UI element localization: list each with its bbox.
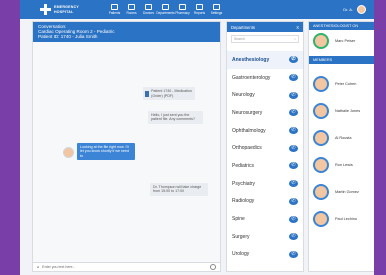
phone-icon[interactable]: ✆ — [289, 109, 298, 117]
app-logo[interactable]: EMERGENCY HOSPITAL — [40, 4, 100, 15]
app-window: EMERGENCY HOSPITAL Patients Rooms Doctor… — [20, 0, 374, 275]
member-name: Al Rousta — [335, 135, 352, 140]
department-item[interactable]: Ophthalmology ✆ — [227, 122, 303, 140]
members-header: MEMBERS 20 — [309, 56, 374, 64]
member-item[interactable]: Paul Lechino✆ — [309, 205, 374, 232]
message-outgoing: Looking at the file right now. I'll let … — [77, 143, 135, 161]
member-item[interactable]: Peter Cohen✆ — [309, 70, 374, 97]
chat-patient: Patient ID: 1740 - Julia Smith — [38, 34, 98, 40]
phone-icon[interactable]: ✆ — [289, 162, 298, 170]
search-icon: ⌕ — [294, 37, 296, 41]
on-duty-person[interactable]: Marc Peiser ✆ — [309, 30, 374, 52]
avatar — [313, 129, 329, 146]
department-item[interactable]: Surgery ✆ — [227, 228, 303, 246]
phone-icon[interactable]: ✆ — [289, 74, 298, 82]
member-name: Nathalie Jones — [335, 108, 361, 113]
nav-rooms[interactable]: Rooms — [123, 4, 140, 15]
attachment-message[interactable]: Patient 1740 - Medication (Order) (PDF) — [143, 87, 195, 100]
member-name: Peter Cohen — [335, 81, 357, 86]
phone-icon[interactable]: ✆ — [289, 144, 298, 152]
avatar — [313, 33, 329, 49]
phone-icon[interactable]: ✆ — [289, 197, 298, 205]
member-item[interactable]: Martin Gomez✆ — [309, 178, 374, 205]
nav-pharmacy[interactable]: Pharmacy — [174, 4, 191, 15]
close-icon[interactable]: X — [296, 25, 299, 30]
patients-icon — [111, 4, 118, 10]
members-list: Peter Cohen✆ Nathalie Jones✆ Al Rousta✆ … — [309, 70, 374, 232]
attachment-type: PDF — [164, 93, 173, 98]
nav-doctors[interactable]: Doctors — [140, 4, 157, 15]
paperclip-icon[interactable]: ⌀ — [37, 265, 39, 269]
phone-icon[interactable]: ✆ — [289, 180, 298, 188]
department-item[interactable]: Anesthesiology ✆ — [227, 51, 303, 69]
department-item[interactable]: Orthopaedics ✆ — [227, 139, 303, 157]
on-duty-header: ANESTHESIOLOGIST ON — [309, 22, 374, 30]
pharmacy-icon — [179, 4, 186, 10]
file-icon — [145, 90, 150, 97]
member-item[interactable]: Nathalie Jones✆ — [309, 97, 374, 124]
person-name: Marc Peiser — [335, 39, 356, 43]
logo-line2: HOSPITAL — [54, 9, 74, 14]
message-input[interactable]: ⌀ Enter you text here... — [33, 262, 220, 271]
nav-reports[interactable]: Reports — [191, 4, 208, 15]
chat-messages: Patient 1740 - Medication (Order) (PDF) … — [33, 42, 220, 264]
department-item[interactable]: Pediatrics ✆ — [227, 157, 303, 175]
department-item[interactable]: Neurosurgery ✆ — [227, 104, 303, 122]
main-nav: Patients Rooms Doctors Departments Pharm… — [106, 4, 225, 15]
attachment-name: Patient 1740 - Medication (Order) — [151, 89, 192, 98]
phone-icon[interactable]: ✆ — [289, 91, 298, 99]
settings-icon — [213, 4, 220, 10]
phone-icon[interactable]: ✆ — [289, 56, 298, 64]
sender-avatar — [63, 147, 74, 158]
avatar — [313, 210, 329, 227]
member-item[interactable]: Al Rousta✆ — [309, 124, 374, 151]
reports-icon — [196, 4, 203, 10]
avatar — [313, 102, 329, 119]
rooms-icon — [128, 4, 135, 10]
message-incoming: Hello, I just sent you the patient file.… — [148, 111, 203, 124]
message-incoming: Dr. Thompson will take charge from 15:00… — [150, 183, 208, 196]
member-name: Ron Lewis — [335, 162, 353, 167]
nav-settings[interactable]: Settings — [208, 4, 225, 15]
top-bar: EMERGENCY HOSPITAL Patients Rooms Doctor… — [20, 0, 374, 19]
department-item[interactable]: Radiology ✆ — [227, 193, 303, 211]
user-name[interactable]: Dr. A. — [343, 7, 353, 12]
phone-icon[interactable]: ✆ — [289, 250, 298, 258]
departments-header: Departments X — [227, 22, 303, 32]
phone-icon[interactable]: ✆ — [289, 233, 298, 241]
staff-panel: ANESTHESIOLOGIST ON Marc Peiser ✆ MEMBER… — [308, 21, 374, 272]
chat-panel: Conversation: Cardiac Operating Room 2 -… — [32, 21, 221, 272]
on-duty-title: ANESTHESIOLOGIST ON — [313, 24, 359, 28]
department-search-input[interactable]: Search ⌕ — [231, 35, 299, 43]
nav-departments[interactable]: Departments — [156, 4, 175, 15]
member-name: Martin Gomez — [335, 189, 359, 194]
department-item[interactable]: Urology ✆ — [227, 246, 303, 264]
avatar — [313, 75, 329, 92]
department-item[interactable]: Psychiatry ✆ — [227, 175, 303, 193]
member-name: Paul Lechino — [335, 216, 357, 221]
emoji-icon[interactable] — [210, 264, 216, 270]
phone-icon[interactable]: ✆ — [289, 215, 298, 223]
phone-icon[interactable]: ✆ — [289, 127, 298, 135]
department-item[interactable]: Gastroenterology ✆ — [227, 69, 303, 87]
user-avatar[interactable] — [357, 5, 366, 14]
department-list: Anesthesiology ✆ Gastroenterology ✆ Neurol… — [227, 51, 303, 263]
department-item[interactable]: Neurology ✆ — [227, 86, 303, 104]
nav-patients[interactable]: Patients — [106, 4, 123, 15]
message-input-placeholder: Enter you text here... — [42, 265, 76, 269]
chat-header: Conversation: Cardiac Operating Room 2 -… — [33, 22, 220, 42]
departments-title: Departments — [231, 24, 255, 30]
hospital-cross-icon — [40, 4, 51, 15]
department-item[interactable]: Spine ✆ — [227, 210, 303, 228]
avatar — [313, 183, 329, 200]
departments-panel: Departments X Search ⌕ Anesthesiology ✆ G… — [226, 21, 304, 272]
member-item[interactable]: Ron Lewis✆ — [309, 151, 374, 178]
doctors-icon — [145, 4, 152, 10]
members-title: MEMBERS — [313, 58, 333, 62]
avatar — [313, 156, 329, 173]
departments-icon — [162, 4, 169, 10]
